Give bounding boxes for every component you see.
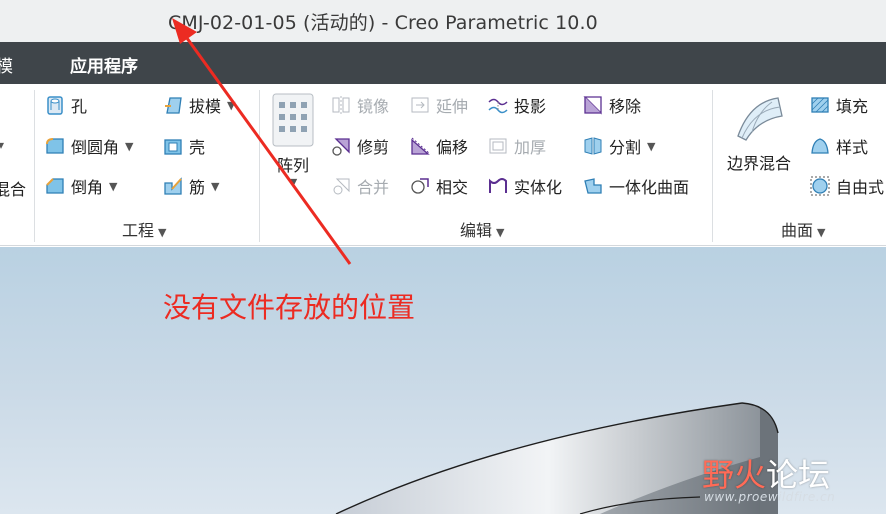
thicken-button[interactable]: 加厚 (487, 133, 546, 159)
group-separator (712, 90, 713, 242)
intersect-icon (409, 175, 431, 197)
round-button[interactable]: 倒圆角 ▼ (44, 133, 133, 159)
offset-icon (409, 135, 431, 157)
left-dropdown-arrow[interactable]: ▾ (0, 138, 4, 152)
window-title: CMJ-02-01-05 (活动的) - Creo Parametric 10.… (168, 12, 598, 34)
fill-icon (809, 94, 831, 116)
freestyle-button[interactable]: 自由式 (809, 173, 884, 199)
watermark-url: www.proewildfire.cn (704, 490, 836, 504)
draft-icon (162, 94, 184, 116)
extend-icon (409, 94, 431, 116)
boundary-blend-icon (732, 92, 786, 144)
menu-bar: 模 应用程序 (0, 42, 886, 84)
remove-label: 移除 (609, 97, 642, 116)
annotation-text: 没有文件存放的位置 (163, 291, 416, 324)
mirror-label: 镜像 (357, 97, 390, 116)
extend-label: 延伸 (436, 97, 469, 116)
round-label: 倒圆角 (71, 138, 120, 157)
solidify-icon (487, 175, 509, 197)
hole-button[interactable]: 孔 (44, 92, 87, 118)
round-icon (44, 135, 66, 157)
unify-surface-icon (582, 175, 604, 197)
hole-icon (44, 94, 66, 116)
extend-button[interactable]: 延伸 (409, 92, 468, 118)
engineering-dropdown-icon[interactable]: ▼ (158, 226, 166, 239)
fill-label: 填充 (836, 97, 869, 116)
merge-icon (330, 175, 352, 197)
thicken-label: 加厚 (514, 138, 547, 157)
solidify-button[interactable]: 实体化 (487, 173, 562, 199)
editing-group-label[interactable]: 编辑 ▼ (460, 217, 504, 241)
split-dropdown-icon[interactable]: ▼ (647, 140, 655, 153)
editing-dropdown-icon[interactable]: ▼ (496, 226, 504, 239)
pattern-icon (271, 92, 315, 148)
unify-surface-button[interactable]: 一体化曲面 (582, 173, 689, 199)
style-label: 样式 (836, 138, 869, 157)
split-button[interactable]: 分割 ▼ (582, 133, 655, 159)
engineering-group-text: 工程 (122, 221, 155, 240)
style-icon (809, 135, 831, 157)
split-label: 分割 (609, 138, 642, 157)
draft-dropdown-icon[interactable]: ▼ (227, 99, 235, 112)
thicken-icon (487, 135, 509, 157)
style-button[interactable]: 样式 (809, 133, 868, 159)
intersect-button[interactable]: 相交 (409, 173, 468, 199)
intersect-label: 相交 (436, 178, 469, 197)
group-separator (34, 90, 35, 242)
merge-button[interactable]: 合并 (330, 173, 389, 199)
boundary-blend-label: 边界混合 (726, 154, 791, 173)
unify-surface-label: 一体化曲面 (609, 178, 690, 197)
hole-label: 孔 (71, 97, 88, 116)
menu-item-model[interactable]: 模 (0, 52, 13, 77)
draft-label: 拔模 (189, 97, 222, 116)
chamfer-button[interactable]: 倒角 ▼ (44, 173, 117, 199)
chamfer-icon (44, 175, 66, 197)
chamfer-dropdown-icon[interactable]: ▼ (109, 180, 117, 193)
remove-button[interactable]: 移除 (582, 92, 641, 118)
freestyle-label: 自由式 (836, 178, 885, 197)
project-label: 投影 (514, 97, 547, 116)
trim-button[interactable]: 修剪 (330, 133, 389, 159)
pattern-label: 阵列 (276, 156, 309, 175)
offset-label: 偏移 (436, 138, 469, 157)
boundary-blend-button[interactable]: 边界混合 (721, 92, 797, 174)
rib-label: 筋 (189, 178, 206, 197)
group-separator (259, 90, 260, 242)
title-bar: CMJ-02-01-05 (活动的) - Creo Parametric 10.… (0, 0, 886, 42)
editing-group-text: 编辑 (460, 221, 493, 240)
rib-icon (162, 175, 184, 197)
surfaces-group-text: 曲面 (781, 221, 814, 240)
shell-label: 壳 (189, 138, 206, 157)
watermark-part1: 野火 (702, 456, 767, 494)
remove-icon (582, 94, 604, 116)
round-dropdown-icon[interactable]: ▼ (125, 140, 133, 153)
watermark-part2: 论坛 (766, 456, 831, 494)
trim-label: 修剪 (357, 138, 390, 157)
shell-icon (162, 135, 184, 157)
chamfer-label: 倒角 (71, 178, 104, 197)
project-icon (487, 94, 509, 116)
rib-dropdown-icon[interactable]: ▼ (211, 180, 219, 193)
shell-button[interactable]: 壳 (162, 133, 205, 159)
split-icon (582, 135, 604, 157)
mirror-button[interactable]: 镜像 (330, 92, 389, 118)
left-group-blend-fragment[interactable]: 混合 (0, 176, 26, 200)
pattern-dropdown-icon[interactable]: ▼ (289, 176, 297, 189)
offset-button[interactable]: 偏移 (409, 133, 468, 159)
project-button[interactable]: 投影 (487, 92, 546, 118)
draft-button[interactable]: 拔模 ▼ (162, 92, 235, 118)
merge-label: 合并 (357, 178, 390, 197)
surfaces-group-label[interactable]: 曲面 ▼ (781, 217, 825, 241)
freestyle-icon (809, 175, 831, 197)
surfaces-dropdown-icon[interactable]: ▼ (817, 226, 825, 239)
menu-item-applications[interactable]: 应用程序 (70, 52, 138, 77)
pattern-button[interactable]: 阵列 ▼ (268, 92, 318, 189)
mirror-icon (330, 94, 352, 116)
fill-button[interactable]: 填充 (809, 92, 868, 118)
trim-icon (330, 135, 352, 157)
solidify-label: 实体化 (514, 178, 563, 197)
engineering-group-label[interactable]: 工程 ▼ (122, 217, 166, 241)
rib-button[interactable]: 筋 ▼ (162, 173, 219, 199)
